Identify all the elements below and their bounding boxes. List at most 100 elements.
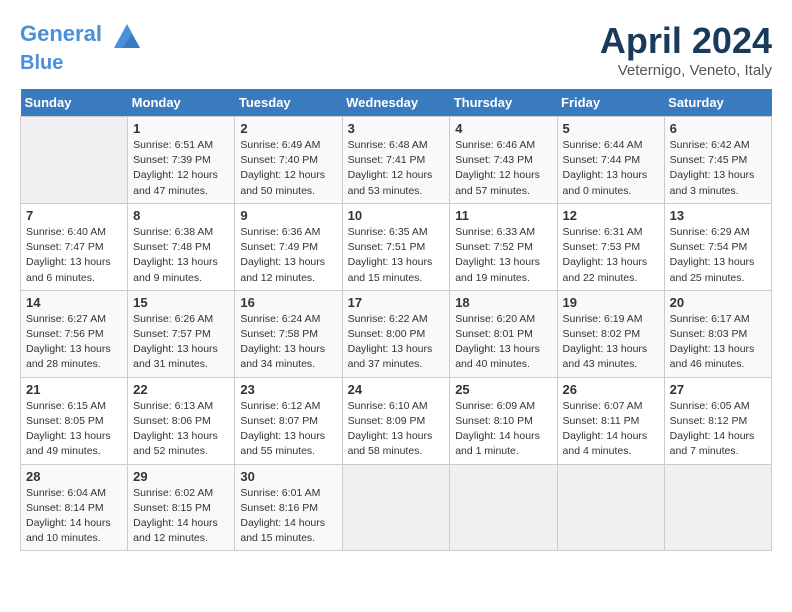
day-number: 29 xyxy=(133,469,229,484)
day-detail: Sunrise: 6:01 AMSunset: 8:16 PMDaylight:… xyxy=(240,486,336,547)
day-number: 19 xyxy=(563,295,659,310)
day-detail: Sunrise: 6:46 AMSunset: 7:43 PMDaylight:… xyxy=(455,138,551,199)
day-number: 15 xyxy=(133,295,229,310)
month-title: April 2024 xyxy=(600,20,772,62)
day-detail: Sunrise: 6:33 AMSunset: 7:52 PMDaylight:… xyxy=(455,225,551,286)
day-detail: Sunrise: 6:12 AMSunset: 8:07 PMDaylight:… xyxy=(240,399,336,460)
calendar-cell: 28 Sunrise: 6:04 AMSunset: 8:14 PMDayligh… xyxy=(21,464,128,551)
day-number: 4 xyxy=(455,121,551,136)
calendar-cell: 26 Sunrise: 6:07 AMSunset: 8:11 PMDayligh… xyxy=(557,377,664,464)
page-header: General Blue April 2024 Veternigo, Venet… xyxy=(20,20,772,79)
day-number: 3 xyxy=(348,121,445,136)
day-number: 21 xyxy=(26,382,122,397)
day-detail: Sunrise: 6:10 AMSunset: 8:09 PMDaylight:… xyxy=(348,399,445,460)
day-detail: Sunrise: 6:36 AMSunset: 7:49 PMDaylight:… xyxy=(240,225,336,286)
calendar-cell: 4 Sunrise: 6:46 AMSunset: 7:43 PMDaylight… xyxy=(450,117,557,204)
calendar-week-4: 21 Sunrise: 6:15 AMSunset: 8:05 PMDayligh… xyxy=(21,377,772,464)
day-number: 5 xyxy=(563,121,659,136)
calendar-cell: 18 Sunrise: 6:20 AMSunset: 8:01 PMDayligh… xyxy=(450,290,557,377)
calendar-cell xyxy=(557,464,664,551)
day-number: 24 xyxy=(348,382,445,397)
day-number: 13 xyxy=(670,208,766,223)
logo: General Blue xyxy=(20,20,142,74)
day-detail: Sunrise: 6:29 AMSunset: 7:54 PMDaylight:… xyxy=(670,225,766,286)
calendar-cell: 17Sunrise: 6:22 AMSunset: 8:00 PMDayligh… xyxy=(342,290,450,377)
calendar-cell: 20Sunrise: 6:17 AMSunset: 8:03 PMDayligh… xyxy=(664,290,771,377)
day-number: 30 xyxy=(240,469,336,484)
day-detail: Sunrise: 6:02 AMSunset: 8:15 PMDaylight:… xyxy=(133,486,229,547)
day-detail: Sunrise: 6:24 AMSunset: 7:58 PMDaylight:… xyxy=(240,312,336,373)
day-detail: Sunrise: 6:05 AMSunset: 8:12 PMDaylight:… xyxy=(670,399,766,460)
weekday-header-thursday: Thursday xyxy=(450,89,557,117)
day-detail: Sunrise: 6:40 AMSunset: 7:47 PMDaylight:… xyxy=(26,225,122,286)
title-block: April 2024 Veternigo, Veneto, Italy xyxy=(600,20,772,79)
calendar-cell: 27 Sunrise: 6:05 AMSunset: 8:12 PMDayligh… xyxy=(664,377,771,464)
day-number: 26 xyxy=(563,382,659,397)
day-number: 12 xyxy=(563,208,659,223)
calendar-cell: 6Sunrise: 6:42 AMSunset: 7:45 PMDaylight… xyxy=(664,117,771,204)
calendar-cell: 19 Sunrise: 6:19 AMSunset: 8:02 PMDayligh… xyxy=(557,290,664,377)
calendar-cell: 25 Sunrise: 6:09 AMSunset: 8:10 PMDayligh… xyxy=(450,377,557,464)
day-detail: Sunrise: 6:09 AMSunset: 8:10 PMDaylight:… xyxy=(455,399,551,460)
calendar-cell: 10 Sunrise: 6:35 AMSunset: 7:51 PMDayligh… xyxy=(342,203,450,290)
day-detail: Sunrise: 6:04 AMSunset: 8:14 PMDaylight:… xyxy=(26,486,122,547)
weekday-header-friday: Friday xyxy=(557,89,664,117)
calendar-cell xyxy=(664,464,771,551)
day-number: 7 xyxy=(26,208,122,223)
weekday-header-saturday: Saturday xyxy=(664,89,771,117)
calendar-week-2: 7 Sunrise: 6:40 AMSunset: 7:47 PMDaylight… xyxy=(21,203,772,290)
calendar-cell xyxy=(21,117,128,204)
day-number: 20 xyxy=(670,295,766,310)
weekday-header-monday: Monday xyxy=(128,89,235,117)
calendar-cell: 5 Sunrise: 6:44 AMSunset: 7:44 PMDaylight… xyxy=(557,117,664,204)
day-number: 6 xyxy=(670,121,766,136)
day-number: 28 xyxy=(26,469,122,484)
day-number: 18 xyxy=(455,295,551,310)
day-detail: Sunrise: 6:15 AMSunset: 8:05 PMDaylight:… xyxy=(26,399,122,460)
day-detail: Sunrise: 6:49 AMSunset: 7:40 PMDaylight:… xyxy=(240,138,336,199)
day-number: 25 xyxy=(455,382,551,397)
day-detail: Sunrise: 6:27 AMSunset: 7:56 PMDaylight:… xyxy=(26,312,122,373)
day-detail: Sunrise: 6:44 AMSunset: 7:44 PMDaylight:… xyxy=(563,138,659,199)
day-number: 27 xyxy=(670,382,766,397)
weekday-header-sunday: Sunday xyxy=(21,89,128,117)
day-number: 17 xyxy=(348,295,445,310)
day-detail: Sunrise: 6:26 AMSunset: 7:57 PMDaylight:… xyxy=(133,312,229,373)
day-number: 14 xyxy=(26,295,122,310)
calendar-cell: 9Sunrise: 6:36 AMSunset: 7:49 PMDaylight… xyxy=(235,203,342,290)
day-number: 16 xyxy=(240,295,336,310)
logo-general: General xyxy=(20,21,102,46)
day-number: 2 xyxy=(240,121,336,136)
calendar-cell: 24 Sunrise: 6:10 AMSunset: 8:09 PMDayligh… xyxy=(342,377,450,464)
day-detail: Sunrise: 6:48 AMSunset: 7:41 PMDaylight:… xyxy=(348,138,445,199)
weekday-header-wednesday: Wednesday xyxy=(342,89,450,117)
calendar-cell: 21 Sunrise: 6:15 AMSunset: 8:05 PMDayligh… xyxy=(21,377,128,464)
day-number: 11 xyxy=(455,208,551,223)
day-detail: Sunrise: 6:07 AMSunset: 8:11 PMDaylight:… xyxy=(563,399,659,460)
calendar-cell: 30 Sunrise: 6:01 AMSunset: 8:16 PMDayligh… xyxy=(235,464,342,551)
calendar-cell: 22 Sunrise: 6:13 AMSunset: 8:06 PMDayligh… xyxy=(128,377,235,464)
calendar-cell: 1Sunrise: 6:51 AMSunset: 7:39 PMDaylight… xyxy=(128,117,235,204)
weekday-header-tuesday: Tuesday xyxy=(235,89,342,117)
day-detail: Sunrise: 6:35 AMSunset: 7:51 PMDaylight:… xyxy=(348,225,445,286)
day-detail: Sunrise: 6:19 AMSunset: 8:02 PMDaylight:… xyxy=(563,312,659,373)
calendar-cell: 29 Sunrise: 6:02 AMSunset: 8:15 PMDayligh… xyxy=(128,464,235,551)
weekday-header-row: SundayMondayTuesdayWednesdayThursdayFrid… xyxy=(21,89,772,117)
day-number: 10 xyxy=(348,208,445,223)
calendar-table: SundayMondayTuesdayWednesdayThursdayFrid… xyxy=(20,89,772,551)
calendar-cell: 11 Sunrise: 6:33 AMSunset: 7:52 PMDayligh… xyxy=(450,203,557,290)
calendar-week-3: 14 Sunrise: 6:27 AMSunset: 7:56 PMDayligh… xyxy=(21,290,772,377)
calendar-cell: 13 Sunrise: 6:29 AMSunset: 7:54 PMDayligh… xyxy=(664,203,771,290)
calendar-cell: 3 Sunrise: 6:48 AMSunset: 7:41 PMDaylight… xyxy=(342,117,450,204)
calendar-cell xyxy=(342,464,450,551)
calendar-cell: 2 Sunrise: 6:49 AMSunset: 7:40 PMDaylight… xyxy=(235,117,342,204)
calendar-cell: 12Sunrise: 6:31 AMSunset: 7:53 PMDayligh… xyxy=(557,203,664,290)
day-number: 8 xyxy=(133,208,229,223)
calendar-cell xyxy=(450,464,557,551)
day-detail: Sunrise: 6:13 AMSunset: 8:06 PMDaylight:… xyxy=(133,399,229,460)
day-detail: Sunrise: 6:20 AMSunset: 8:01 PMDaylight:… xyxy=(455,312,551,373)
logo-blue: Blue xyxy=(20,52,63,74)
day-detail: Sunrise: 6:38 AMSunset: 7:48 PMDaylight:… xyxy=(133,225,229,286)
calendar-cell: 14 Sunrise: 6:27 AMSunset: 7:56 PMDayligh… xyxy=(21,290,128,377)
day-number: 22 xyxy=(133,382,229,397)
